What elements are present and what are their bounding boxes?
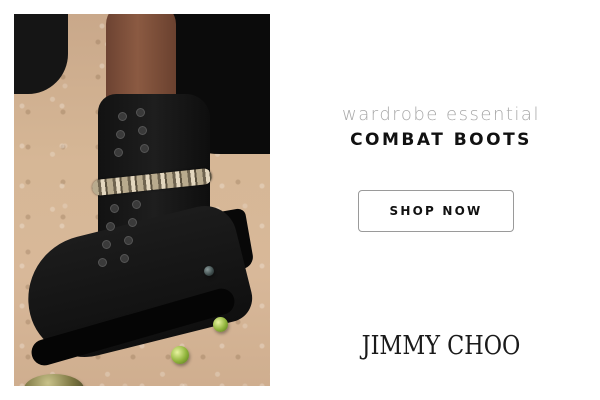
boot-eyelet — [118, 112, 127, 121]
glass-marble — [213, 317, 228, 332]
boot-eyelet — [136, 108, 145, 117]
boot-eyelet — [98, 258, 107, 267]
brand-logo[interactable]: JIMMY CHOO — [316, 331, 565, 361]
boot-eyelet — [138, 126, 147, 135]
boot-eyelet — [140, 144, 149, 153]
product-photo[interactable] — [14, 14, 270, 386]
boot-eyelet — [128, 218, 137, 227]
headline: COMBAT BOOTS — [350, 130, 532, 150]
boot-eyelet — [124, 236, 133, 245]
boot-eyelet — [102, 240, 111, 249]
boot-eyelet — [110, 204, 119, 213]
glass-marble — [204, 266, 214, 276]
shop-now-label: SHOP NOW — [389, 204, 483, 218]
boot-eyelet — [106, 222, 115, 231]
shop-now-button[interactable]: SHOP NOW — [358, 190, 514, 232]
ad-banner[interactable]: wardrobe essential COMBAT BOOTS SHOP NOW… — [0, 0, 600, 400]
boot-eyelet — [132, 200, 141, 209]
boot-eyelet — [114, 148, 123, 157]
glass-marble — [171, 346, 189, 364]
boot-eyelet — [116, 130, 125, 139]
boot-eyelet — [120, 254, 129, 263]
tagline: wardrobe essential — [342, 104, 540, 125]
